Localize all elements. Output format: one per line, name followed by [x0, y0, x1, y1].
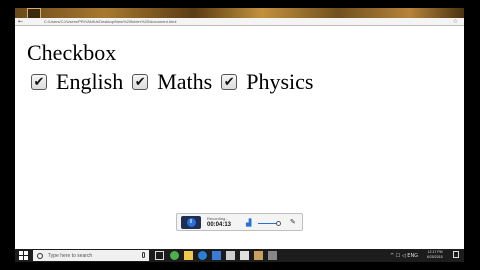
recording-status: Recording... [207, 216, 229, 221]
edge-icon[interactable] [198, 251, 207, 260]
checkbox-item-physics[interactable]: ✔ Physics [221, 69, 313, 95]
microphone-icon[interactable] [142, 252, 145, 258]
taskbar-search-box[interactable]: Type here to search [33, 250, 149, 261]
checkbox-english[interactable]: ✔ [31, 74, 47, 90]
checkbox-maths[interactable]: ✔ [132, 74, 149, 90]
store-icon[interactable] [212, 251, 221, 260]
audio-level-icon: ▟ [246, 219, 252, 227]
checkbox-label-physics[interactable]: Physics [246, 69, 313, 95]
window-title-strip [15, 8, 464, 18]
chrome-icon[interactable] [170, 251, 179, 260]
recording-widget: II Recording... 00:04:13 ▟ ✎ [176, 213, 303, 231]
volume-slider-track[interactable] [258, 223, 278, 224]
checkmark-icon: ✔ [33, 74, 45, 90]
checkbox-item-maths[interactable]: ✔ Maths [132, 69, 212, 95]
pause-icon: II [186, 218, 196, 227]
mail-icon[interactable] [226, 251, 235, 260]
search-icon [37, 252, 43, 259]
pen-icon[interactable]: ✎ [290, 218, 296, 226]
checkbox-label-english[interactable]: English [56, 69, 123, 95]
clock[interactable]: 12:17 PM 6/25/2018 [427, 250, 443, 260]
start-button[interactable] [19, 251, 28, 260]
checkbox-group: ✔ English ✔ Maths ✔ Physics [31, 69, 322, 95]
notifications-icon[interactable] [453, 251, 459, 258]
pause-recording-button[interactable]: II [181, 216, 201, 229]
checkmark-icon: ✔ [134, 74, 146, 90]
checkbox-label-maths[interactable]: Maths [157, 69, 212, 95]
recording-timer: 00:04:13 [207, 222, 232, 228]
taskbar: Type here to search ^ ☐ ◁ ENG 12:17 PM 6… [15, 249, 464, 262]
address-bar[interactable]: ← C:/Users/CJ/Users/PRIYANKA/Desktop/New… [15, 18, 464, 26]
clock-date: 6/25/2018 [427, 255, 443, 259]
checkbox-physics[interactable]: ✔ [221, 74, 238, 90]
page-title: Checkbox [27, 40, 117, 65]
address-url[interactable]: C:/Users/CJ/Users/PRIYANKA/Desktop/New%2… [44, 18, 176, 26]
system-tray-icons[interactable]: ^ ☐ ◁ ENG [390, 253, 418, 259]
file-explorer-icon[interactable] [184, 251, 193, 260]
app-icon-9[interactable] [268, 251, 277, 260]
task-view-icon[interactable] [155, 251, 164, 260]
app-icon-8[interactable] [254, 251, 263, 260]
checkbox-item-english[interactable]: ✔ English [31, 69, 123, 95]
search-placeholder: Type here to search [48, 252, 93, 259]
app-icon-7[interactable] [240, 251, 249, 260]
checkmark-icon: ✔ [223, 74, 235, 90]
bookmark-star-icon[interactable]: ☆ [453, 18, 458, 26]
back-arrow-icon[interactable]: ← [18, 18, 23, 26]
volume-slider-handle[interactable] [276, 221, 281, 226]
